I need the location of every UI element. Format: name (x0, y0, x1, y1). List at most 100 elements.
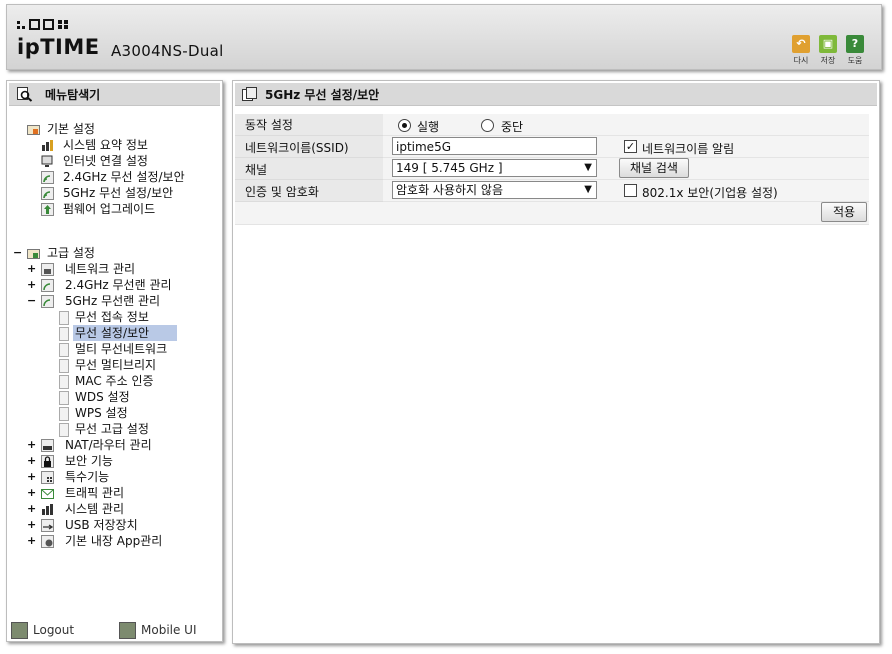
tree-item-24ghz-manage[interactable]: + 2.4GHz 무선랜 관리 (27, 277, 217, 293)
save-button[interactable]: ▣ 저장 (816, 35, 840, 66)
channel-select[interactable]: 149 [ 5.745 GHz ] ▼ (392, 159, 597, 177)
tree-item-multi-ssid[interactable]: 멀티 무선네트워크 (59, 341, 209, 357)
tree-label: 기본 내장 App관리 (65, 534, 163, 548)
ssid-label: 네트워크이름(SSID) (245, 141, 349, 155)
mobile-ui-link[interactable]: Mobile UI (119, 622, 209, 639)
expand-icon[interactable]: + (27, 469, 36, 485)
tree-label: 고급 설정 (47, 246, 95, 260)
upgrade-icon (41, 203, 54, 216)
mode-off-label: 중단 (501, 120, 524, 134)
expand-icon[interactable]: + (27, 277, 36, 293)
logo-dots-icon (17, 19, 68, 30)
tree-label: 5GHz 무선 설정/보안 (63, 186, 174, 200)
dot1x-label: 802.1x 보안(기업용 설정) (642, 186, 778, 200)
menu-explorer-title: 메뉴탐색기 (45, 88, 101, 102)
auth-select[interactable]: 암호화 사용하지 않음 ▼ (392, 181, 597, 199)
page-icon (59, 343, 69, 357)
tree-label: 펌웨어 업그레이드 (63, 202, 156, 216)
tree-item-system-summary[interactable]: 시스템 요약 정보 (41, 137, 221, 153)
expand-icon[interactable]: + (27, 517, 36, 533)
mobile-icon (119, 622, 136, 639)
tree-item-system[interactable]: + 시스템 관리 (27, 501, 217, 517)
logout-icon (11, 622, 28, 639)
expand-icon[interactable]: + (27, 261, 36, 277)
tree-label: WPS 설정 (75, 406, 128, 420)
dot1x-checkbox[interactable] (624, 184, 637, 197)
monitor-icon (41, 155, 53, 167)
header-bar: ipTIME A3004NS-Dual ↶ 다시 ▣ 저장 ? 도움 (6, 4, 882, 70)
save-label: 저장 (820, 56, 836, 65)
mode-on-label: 실행 (417, 120, 440, 134)
ssid-input[interactable]: iptime5G (392, 137, 597, 155)
undo-button[interactable]: ↶ 다시 (789, 35, 813, 66)
tree-label: USB 저장장치 (65, 518, 138, 532)
chevron-down-icon: ▼ (584, 162, 592, 173)
expand-icon[interactable]: + (27, 453, 36, 469)
tree-item-wireless-access-info[interactable]: 무선 접속 정보 (59, 309, 209, 325)
chevron-down-icon: ▼ (584, 184, 592, 195)
tree-label: 보안 기능 (65, 454, 113, 468)
tree-item-special[interactable]: + 특수기능 (27, 469, 217, 485)
mode-on-radio[interactable] (398, 119, 411, 132)
lock-icon (41, 455, 54, 468)
wireless-icon (41, 295, 54, 308)
tree-item-mac-auth[interactable]: MAC 주소 인증 (59, 373, 209, 389)
tree-item-wireless-advanced[interactable]: 무선 고급 설정 (59, 421, 209, 437)
tree-label: 시스템 관리 (65, 502, 125, 516)
page-icon (59, 327, 69, 341)
collapse-icon[interactable]: − (13, 245, 22, 261)
expand-icon[interactable]: + (27, 485, 36, 501)
tree-group-basic[interactable]: 기본 설정 (27, 121, 207, 137)
tree-label: 네트워크 관리 (65, 262, 136, 276)
network-icon (41, 263, 54, 276)
tree-item-wps[interactable]: WPS 설정 (59, 405, 209, 421)
search-icon (17, 87, 33, 102)
tree-item-traffic[interactable]: + 트래픽 관리 (27, 485, 217, 501)
channel-scan-button[interactable]: 채널 검색 (619, 158, 689, 178)
tree-label: 무선 멀티브리지 (75, 358, 157, 372)
tree-item-firmware[interactable]: 펌웨어 업그레이드 (41, 201, 221, 217)
mode-off-radio[interactable] (481, 119, 494, 132)
broadcast-ssid-label: 네트워크이름 알림 (642, 142, 735, 156)
tree-label: 트래픽 관리 (65, 486, 125, 500)
collapse-icon[interactable]: − (27, 293, 36, 309)
tree-item-builtin-apps[interactable]: + 기본 내장 App관리 (27, 533, 217, 549)
mobile-ui-label: Mobile UI (141, 623, 197, 637)
undo-label: 다시 (793, 56, 809, 65)
save-icon: ▣ (819, 35, 837, 53)
tree-item-internet[interactable]: 인터넷 연결 설정 (41, 153, 221, 169)
logout-link[interactable]: Logout (11, 622, 91, 639)
tree-label: 시스템 요약 정보 (63, 138, 148, 152)
help-button[interactable]: ? 도움 (843, 35, 867, 66)
tree-item-security[interactable]: + 보안 기능 (27, 453, 217, 469)
undo-icon: ↶ (792, 35, 810, 53)
tree-item-5ghz-security[interactable]: 5GHz 무선 설정/보안 (41, 185, 221, 201)
apply-button[interactable]: 적용 (821, 202, 867, 222)
tree-item-usb[interactable]: + USB 저장장치 (27, 517, 217, 533)
tree-label: 인터넷 연결 설정 (63, 154, 148, 168)
tree-item-multi-bridge[interactable]: 무선 멀티브리지 (59, 357, 209, 373)
tree-item-wds[interactable]: WDS 설정 (59, 389, 209, 405)
tree-item-5ghz-manage[interactable]: − 5GHz 무선랜 관리 (27, 293, 217, 309)
content-title: 5GHz 무선 설정/보안 (265, 88, 380, 102)
tree-item-24ghz-security[interactable]: 2.4GHz 무선 설정/보안 (41, 169, 221, 185)
tree-item-wireless-security-selected[interactable]: 무선 설정/보안 (59, 325, 209, 341)
menu-explorer-header: 메뉴탐색기 (9, 83, 220, 106)
channel-value: 149 [ 5.745 GHz ] (396, 161, 503, 175)
expand-icon[interactable]: + (27, 501, 36, 517)
tree-label: 2.4GHz 무선 설정/보안 (63, 170, 185, 184)
broadcast-ssid-checkbox[interactable]: ✓ (624, 140, 637, 153)
content-header: 5GHz 무선 설정/보안 (235, 83, 877, 106)
wireless-icon (41, 187, 54, 200)
tree-item-nat-router[interactable]: + NAT/라우터 관리 (27, 437, 217, 453)
tree-group-advanced[interactable]: − 고급 설정 (13, 245, 203, 261)
wireless-icon (41, 279, 54, 292)
tree-label: MAC 주소 인증 (75, 374, 154, 388)
tree-label: 멀티 무선네트워크 (75, 342, 168, 356)
tree-item-network[interactable]: + 네트워크 관리 (27, 261, 217, 277)
tree-label: 무선 접속 정보 (75, 310, 149, 324)
expand-icon[interactable]: + (27, 437, 36, 453)
router-icon (41, 439, 54, 452)
expand-icon[interactable]: + (27, 533, 36, 549)
logout-label: Logout (33, 623, 75, 637)
